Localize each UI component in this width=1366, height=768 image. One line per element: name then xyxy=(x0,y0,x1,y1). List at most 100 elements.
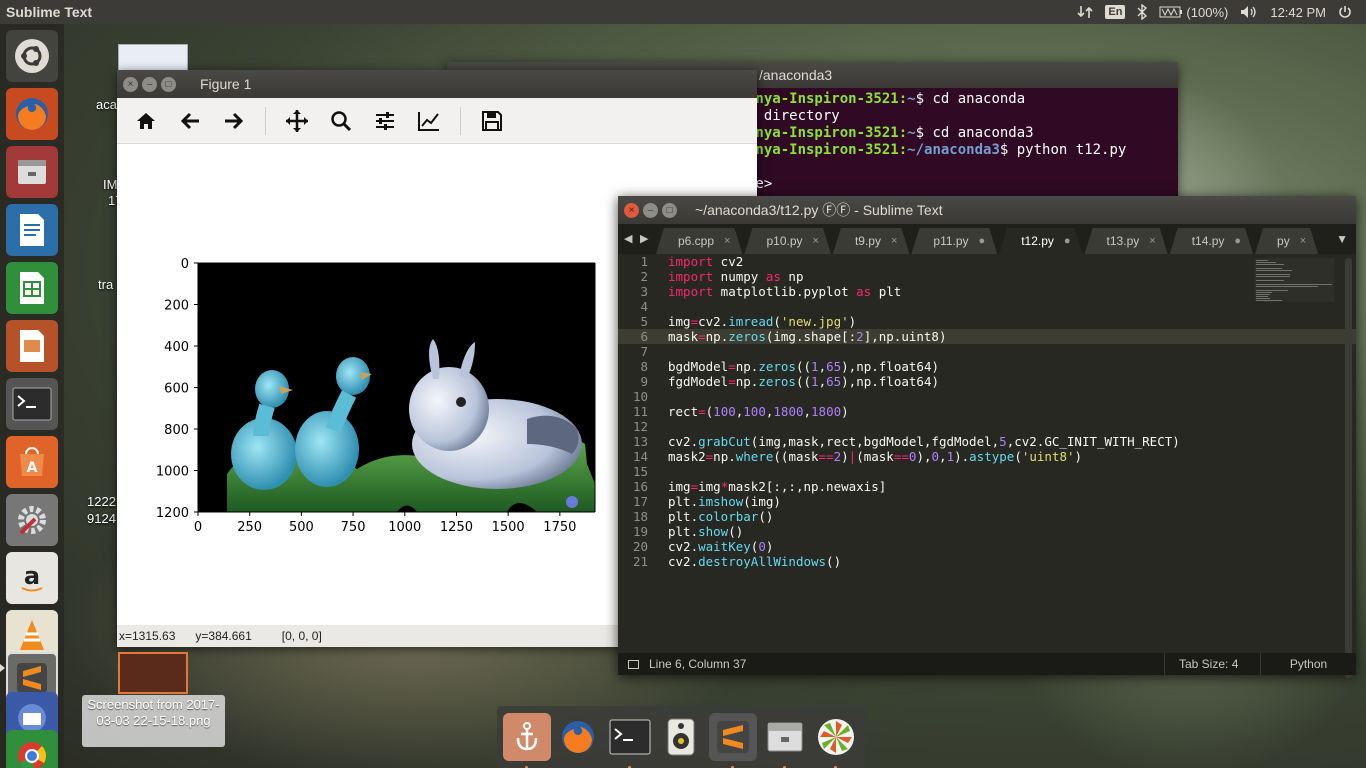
tab-close-icon[interactable]: × xyxy=(1149,235,1155,247)
terminal-path: ~/anaconda3 xyxy=(907,142,1000,158)
maximize-button[interactable]: □ xyxy=(662,202,677,218)
tab-t12-py[interactable]: t12.py ● xyxy=(999,228,1082,254)
terminal-icon[interactable] xyxy=(6,378,58,430)
desktop-label[interactable]: IM xyxy=(103,177,117,192)
tab-close-icon[interactable]: × xyxy=(891,235,897,247)
syntax-selector[interactable]: Python xyxy=(1260,653,1356,675)
code-editor[interactable]: 1 import cv2 2 import numpy as np 3 import ma… xyxy=(618,254,1356,653)
tab-scroll-right-icon[interactable]: ▶ xyxy=(640,232,648,245)
code-line[interactable]: 1 import cv2 xyxy=(618,254,1356,269)
network-icon[interactable] xyxy=(1077,4,1093,20)
figure-titlebar[interactable]: × – □ Figure 1 xyxy=(117,70,757,98)
tab-list-icon[interactable]: ▼ xyxy=(1336,232,1348,246)
code-line[interactable]: 2 import numpy as np xyxy=(618,269,1356,284)
minimize-button[interactable]: – xyxy=(142,76,157,92)
edit-axis-button[interactable] xyxy=(416,108,442,134)
code-line[interactable]: 20 cv2.waitKey(0) xyxy=(618,539,1356,554)
code-line[interactable]: 18 plt.colorbar() xyxy=(618,509,1356,524)
close-button[interactable]: × xyxy=(123,76,138,92)
tab-scroll-left-icon[interactable]: ◀ xyxy=(624,232,632,245)
code-line[interactable]: 19 plt.show() xyxy=(618,524,1356,539)
screenshot-file-label[interactable]: Screenshot from 2017-03-03 22-15-18.png xyxy=(82,695,225,747)
desktop-label[interactable]: 9124 xyxy=(87,511,116,526)
tab-close-icon[interactable]: × xyxy=(724,235,730,247)
back-button[interactable] xyxy=(177,108,203,134)
dock-files-icon[interactable] xyxy=(761,713,809,768)
battery-indicator[interactable]: (100%) xyxy=(1159,5,1228,20)
minimap[interactable] xyxy=(1254,258,1334,308)
desktop-label[interactable]: 1222 xyxy=(87,494,116,509)
code-line[interactable]: 15 xyxy=(618,464,1356,479)
code-line[interactable]: 8 bgdModel=np.zeros((1,65),np.float64) xyxy=(618,359,1356,374)
desktop-file-thumbnail[interactable] xyxy=(118,44,188,72)
tab-t13-py[interactable]: t13.py × xyxy=(1085,228,1168,254)
tab-t14-py[interactable]: t14.py ● xyxy=(1170,228,1253,254)
code-line[interactable]: 9 fgdModel=np.zeros((1,65),np.float64) xyxy=(618,374,1356,389)
tab-modified-icon[interactable]: ● xyxy=(979,235,986,247)
software-center-icon[interactable]: A xyxy=(6,436,58,488)
code-line[interactable]: 11 rect=(100,100,1800,1800) xyxy=(618,404,1356,419)
desktop-label[interactable]: tra xyxy=(98,277,113,292)
amazon-icon[interactable]: a xyxy=(6,552,58,604)
dock-sublime-icon[interactable] xyxy=(709,713,758,768)
calc-icon[interactable] xyxy=(6,262,58,314)
chrome-icon[interactable] xyxy=(6,730,58,768)
tab-p11-py[interactable]: p11.py ● xyxy=(911,228,997,254)
tab-py[interactable]: py × xyxy=(1255,228,1318,254)
close-button[interactable]: × xyxy=(624,202,639,218)
dock-terminal-icon[interactable] xyxy=(606,713,654,768)
pan-button[interactable] xyxy=(284,108,310,134)
tab-t9-py[interactable]: t9.py × xyxy=(833,228,909,254)
power-icon[interactable] xyxy=(1338,5,1352,19)
code-line[interactable]: 3 import matplotlib.pyplot as plt xyxy=(618,284,1356,299)
volume-icon[interactable] xyxy=(1240,5,1258,19)
dock-speaker-icon[interactable] xyxy=(657,713,705,761)
dock-pinwheel-icon[interactable] xyxy=(812,713,860,768)
tab-p10-py[interactable]: p10.py × xyxy=(744,228,830,254)
code-text: import cv2 xyxy=(648,254,743,269)
dock-firefox-icon[interactable] xyxy=(554,713,602,761)
system-settings-icon[interactable] xyxy=(6,494,58,546)
impress-icon[interactable] xyxy=(6,320,58,372)
dash-ubuntu-icon[interactable] xyxy=(6,30,58,82)
maximize-button[interactable]: □ xyxy=(161,76,176,92)
bluetooth-icon[interactable] xyxy=(1137,4,1148,20)
firefox-icon[interactable] xyxy=(6,88,58,140)
clock[interactable]: 12:42 PM xyxy=(1270,5,1326,20)
minimize-button[interactable]: – xyxy=(643,202,658,218)
code-line[interactable]: 14 mask2=np.where((mask==2)|(mask==0),0,1… xyxy=(618,449,1356,464)
code-line[interactable]: 17 plt.imshow(img) xyxy=(618,494,1356,509)
tab-p6-cpp[interactable]: p6.cpp × xyxy=(656,228,742,254)
panel-toggle-icon[interactable] xyxy=(628,659,639,669)
code-line[interactable]: 4 xyxy=(618,299,1356,314)
save-button[interactable] xyxy=(479,108,505,134)
files-icon[interactable] xyxy=(6,146,58,198)
code-line[interactable]: 6 mask=np.zeros(img.shape[:2],np.uint8) xyxy=(618,329,1356,344)
code-line[interactable]: 10 xyxy=(618,389,1356,404)
home-button[interactable] xyxy=(133,108,159,134)
writer-icon[interactable] xyxy=(6,204,58,256)
tab-close-icon[interactable]: × xyxy=(813,235,819,247)
sublime-text-window[interactable]: × – □ ~/anaconda3/t12.py ⒻⒻ - Sublime Te… xyxy=(618,196,1356,678)
configure-subplots-button[interactable] xyxy=(372,108,398,134)
desktop-label[interactable]: aca xyxy=(96,97,117,112)
tab-close-icon[interactable]: × xyxy=(1300,235,1306,247)
screenshot-file-icon[interactable] xyxy=(118,652,188,694)
sublime-titlebar[interactable]: × – □ ~/anaconda3/t12.py ⒻⒻ - Sublime Te… xyxy=(618,196,1356,224)
keyboard-layout[interactable]: En xyxy=(1105,5,1126,19)
dock-anchor-icon[interactable] xyxy=(502,713,551,768)
code-line[interactable]: 7 xyxy=(618,344,1356,359)
bottom-dock xyxy=(497,706,866,768)
code-line[interactable]: 12 xyxy=(618,419,1356,434)
zoom-button[interactable] xyxy=(328,108,354,134)
tab-modified-icon[interactable]: ● xyxy=(1234,235,1241,247)
code-line[interactable]: 5 img=cv2.imread('new.jpg') xyxy=(618,314,1356,329)
code-line[interactable]: 13 cv2.grabCut(img,mask,rect,bgdModel,fgd… xyxy=(618,434,1356,449)
code-line[interactable]: 21 cv2.destroyAllWindows() xyxy=(618,554,1356,569)
tab-modified-icon[interactable]: ● xyxy=(1064,235,1071,247)
code-line[interactable]: 16 img=img*mask2[:,:,np.newaxis] xyxy=(618,479,1356,494)
editor-scrollbar[interactable] xyxy=(1345,258,1352,678)
forward-button[interactable] xyxy=(221,108,247,134)
tab-size[interactable]: Tab Size: 4 xyxy=(1164,653,1260,675)
